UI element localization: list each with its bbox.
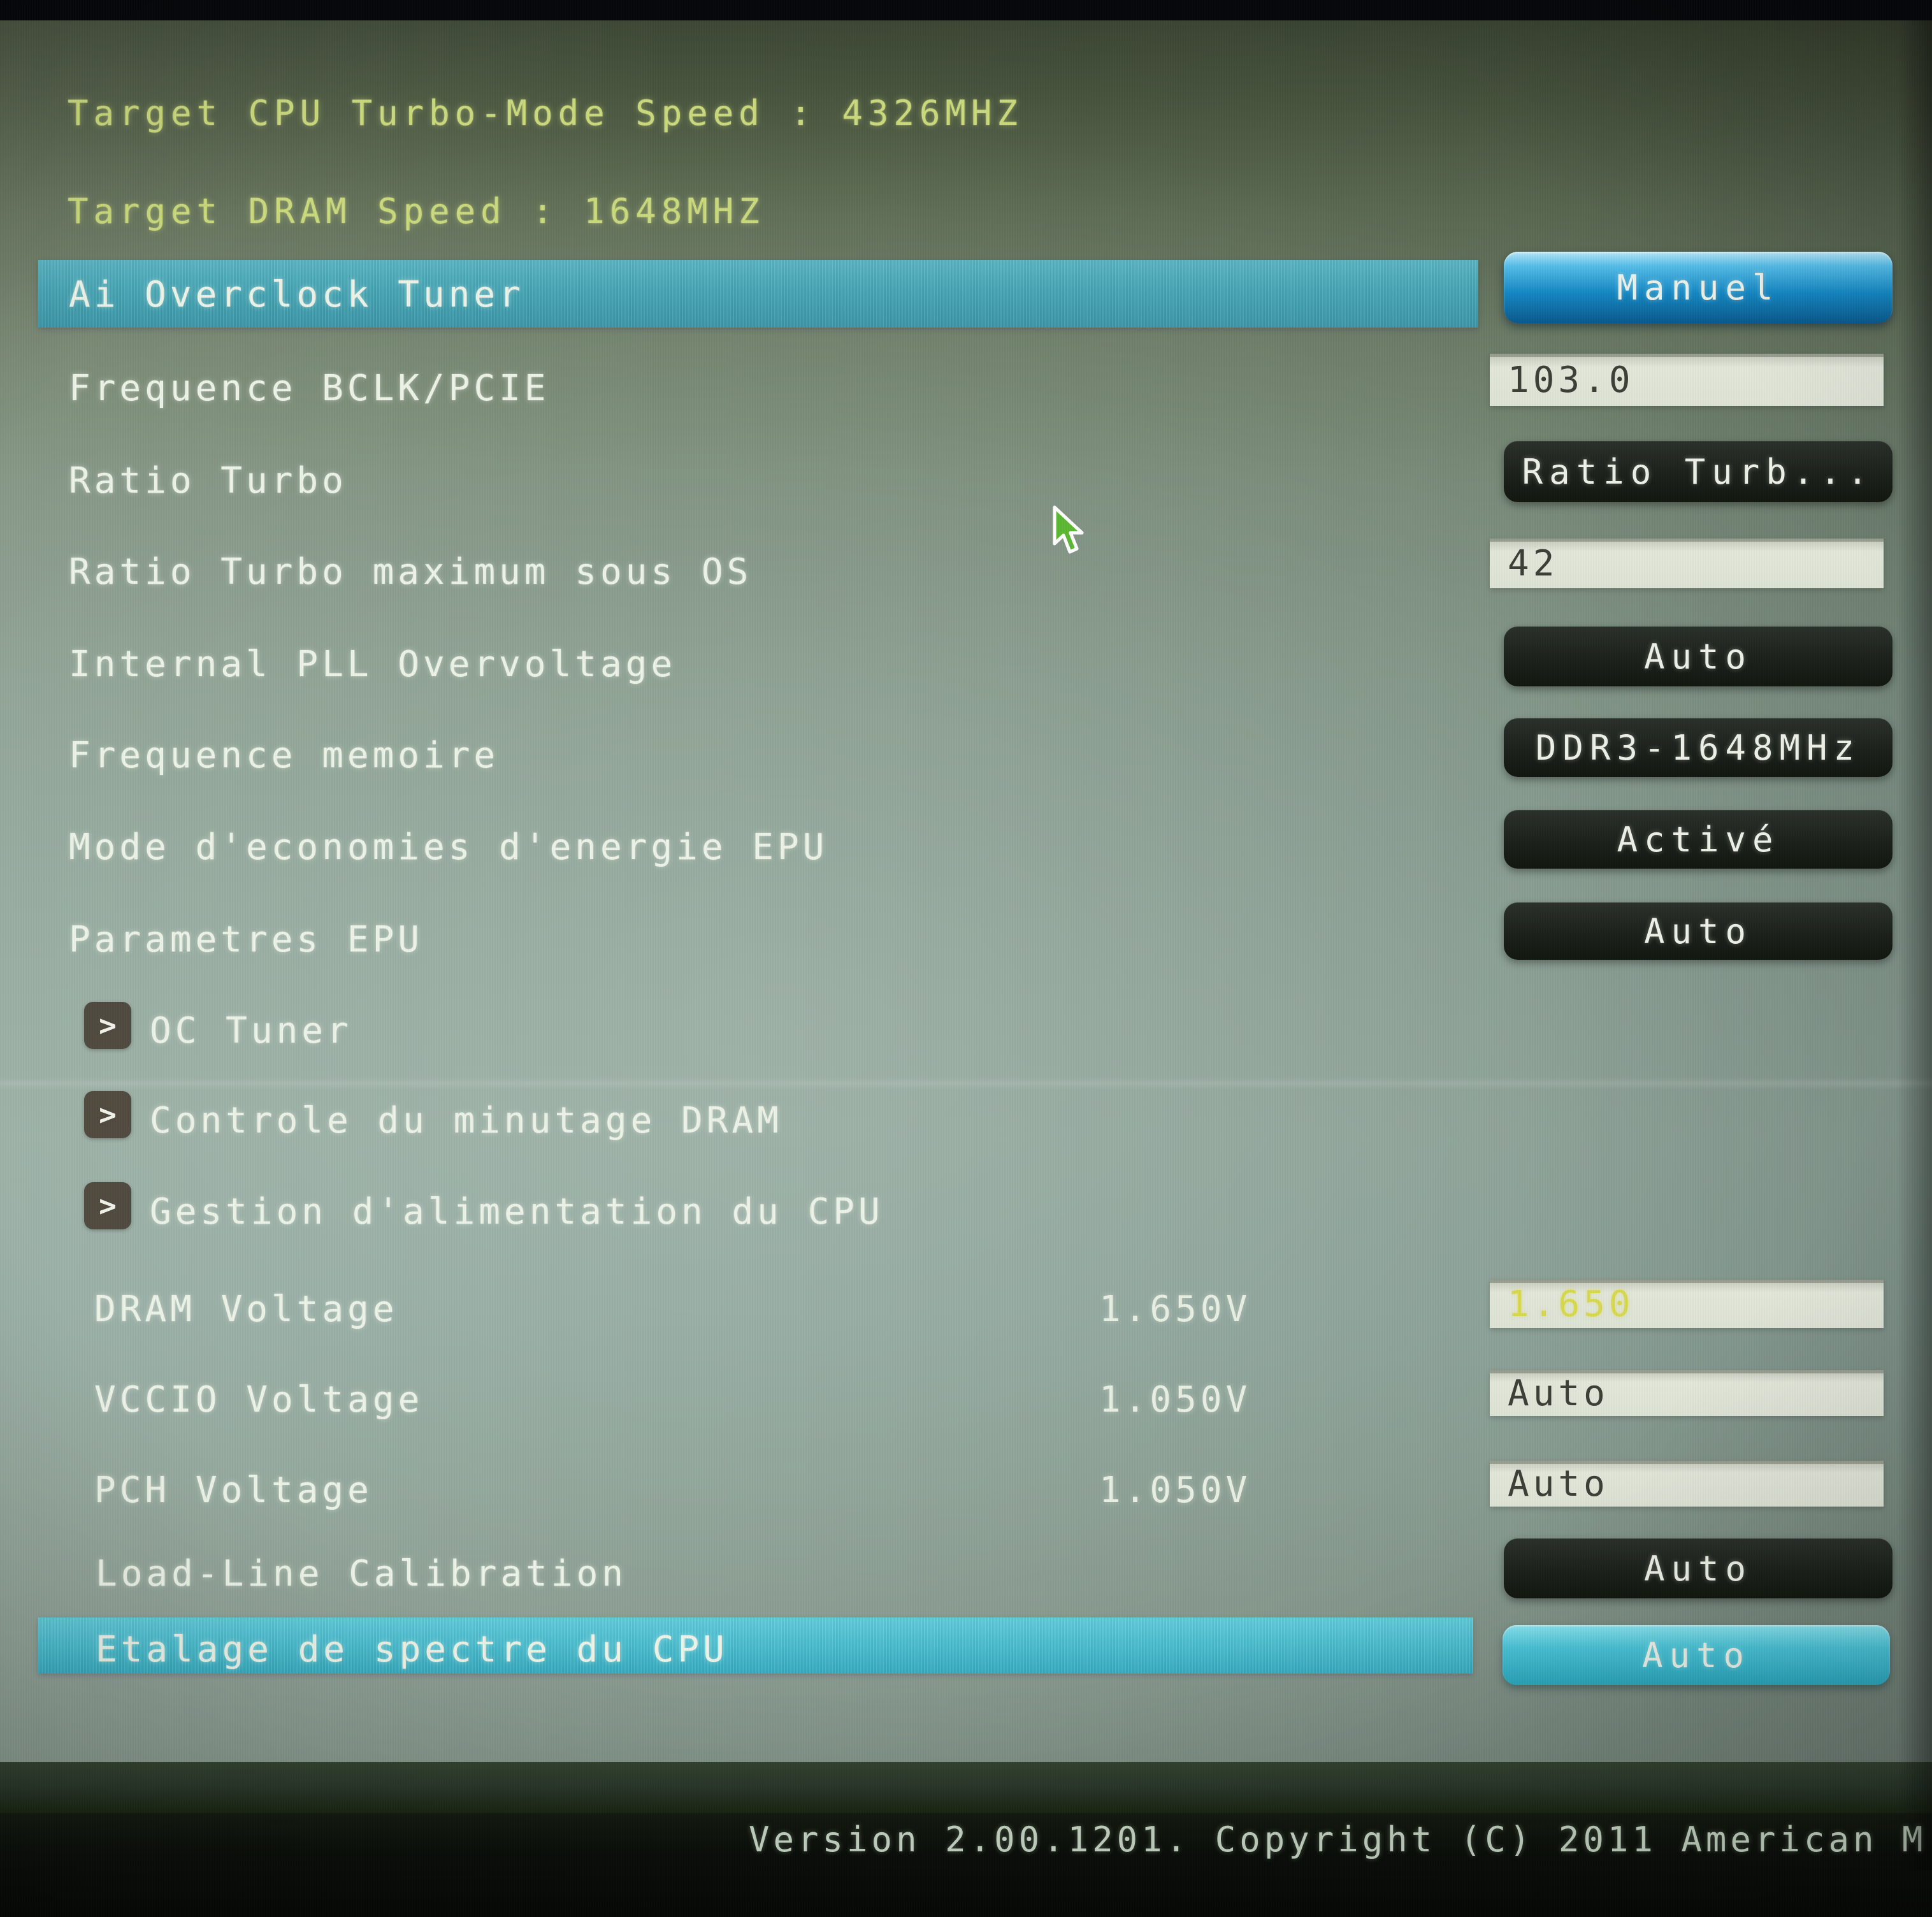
vccio-voltage-input[interactable]: Auto	[1490, 1370, 1884, 1416]
ai-overclock-tuner-label: Ai Overclock Tuner	[69, 274, 524, 315]
load-line-calibration-button[interactable]: Auto	[1504, 1538, 1892, 1598]
bios-version-text: Version 2.00.1201. Copyright (C) 2011 Am…	[749, 1819, 1927, 1860]
pch-voltage-reading: 1.050V	[1099, 1470, 1251, 1511]
dram-voltage-label: DRAM Voltage	[94, 1289, 398, 1330]
target-dram-speed-text: Target DRAM Speed : 1648MHZ	[68, 191, 765, 231]
bclk-frequency-input[interactable]: 103.0	[1490, 354, 1884, 406]
vccio-voltage-value: Auto	[1508, 1373, 1609, 1414]
glare-seam	[0, 1077, 1932, 1090]
screen-edge-shade	[1897, 20, 1932, 1870]
mouse-cursor-icon	[1051, 505, 1097, 558]
dram-voltage-reading: 1.650V	[1099, 1289, 1251, 1330]
epu-settings-button[interactable]: Auto	[1504, 902, 1892, 960]
memory-frequency-label: Frequence memoire	[69, 735, 499, 776]
epu-settings-label: Parametres EPU	[69, 919, 423, 960]
internal-pll-label: Internal PLL Overvoltage	[69, 644, 676, 685]
load-line-calibration-label: Load-Line Calibration	[96, 1553, 627, 1595]
pch-voltage-value: Auto	[1508, 1463, 1609, 1505]
bios-screen: Target CPU Turbo-Mode Speed : 4326MHZ Ta…	[0, 0, 1932, 1917]
chevron-right-icon: >	[84, 1182, 131, 1229]
ratio-turbo-max-value: 42	[1508, 543, 1558, 584]
submenu-dram-timing-label: Controle du minutage DRAM	[150, 1100, 782, 1141]
pch-voltage-input[interactable]: Auto	[1490, 1461, 1884, 1507]
epu-mode-label: Mode d'economies d'energie EPU	[69, 827, 828, 868]
vccio-voltage-label: VCCIO Voltage	[94, 1379, 423, 1421]
ratio-turbo-max-input[interactable]: 42	[1490, 539, 1884, 588]
dram-voltage-input[interactable]: 1.650	[1490, 1280, 1884, 1328]
bclk-frequency-label: Frequence BCLK/PCIE	[69, 368, 550, 409]
target-cpu-speed-text: Target CPU Turbo-Mode Speed : 4326MHZ	[68, 93, 1023, 133]
chevron-right-icon: >	[84, 1002, 131, 1049]
footer-band	[0, 1762, 1932, 1816]
cpu-spread-spectrum-button[interactable]: Auto	[1503, 1625, 1890, 1685]
memory-frequency-button[interactable]: DDR3-1648MHz	[1504, 718, 1892, 777]
bclk-frequency-value: 103.0	[1508, 359, 1634, 401]
ratio-turbo-max-label: Ratio Turbo maximum sous OS	[69, 551, 752, 593]
epu-mode-button[interactable]: Activé	[1504, 810, 1892, 869]
cpu-spread-spectrum-label: Etalage de spectre du CPU	[96, 1629, 728, 1670]
ratio-turbo-button[interactable]: Ratio Turb...	[1504, 441, 1892, 502]
pch-voltage-label: PCH Voltage	[94, 1470, 373, 1511]
vccio-voltage-reading: 1.050V	[1099, 1379, 1251, 1421]
ratio-turbo-label: Ratio Turbo	[69, 460, 347, 502]
dram-voltage-value: 1.650	[1508, 1284, 1634, 1325]
internal-pll-button[interactable]: Auto	[1504, 626, 1892, 686]
ai-overclock-tuner-button[interactable]: Manuel	[1504, 252, 1892, 323]
submenu-cpu-power-label: Gestion d'alimentation du CPU	[150, 1191, 884, 1233]
submenu-oc-tuner-label: OC Tuner	[150, 1010, 352, 1052]
chevron-right-icon: >	[84, 1091, 131, 1138]
